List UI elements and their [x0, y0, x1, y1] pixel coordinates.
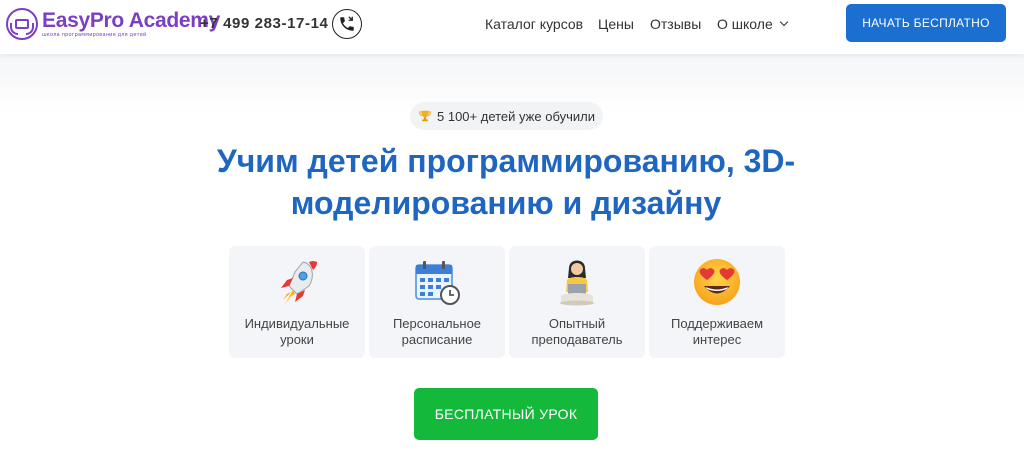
logo-badge-icon — [6, 8, 38, 40]
nav-catalog[interactable]: Каталог курсов — [485, 16, 583, 32]
logo-tagline: школа программирования для детей — [42, 32, 147, 38]
free-lesson-button[interactable]: БЕСПЛАТНЫЙ УРОК — [414, 388, 598, 440]
students-badge: 5 100+ детей уже обучили — [410, 102, 603, 130]
phone-number[interactable]: +7 499 283-17-14 — [200, 15, 328, 32]
feature-card-experienced-teacher: Опытный преподаватель — [509, 246, 645, 358]
teacher-icon — [555, 256, 599, 308]
feature-label: Опытный преподаватель — [531, 316, 623, 347]
hero-title-line-1: Учим детей программированию, 3D- — [216, 143, 796, 179]
phone-call-button[interactable] — [332, 9, 362, 39]
feature-cards: Индивидуальные уроки Персональное распис… — [229, 246, 785, 358]
chevron-down-icon — [779, 17, 788, 27]
nav-about-dropdown[interactable]: О школе — [717, 16, 788, 32]
nav-prices[interactable]: Цены — [598, 16, 634, 32]
nav-reviews[interactable]: Отзывы — [650, 16, 701, 32]
nav-about-label: О школе — [717, 16, 773, 32]
logo-name: EasyPro Academy — [42, 9, 220, 32]
feature-label: Индивидуальные уроки — [244, 316, 350, 347]
logo[interactable]: EasyPro Academy школа программирования д… — [6, 6, 220, 42]
feature-card-keep-interest: Поддерживаем интерес — [649, 246, 785, 358]
feature-card-personal-schedule: Персональное расписание — [369, 246, 505, 358]
trophy-icon — [418, 109, 432, 123]
feature-label: Персональное расписание — [392, 316, 482, 347]
hero-title: Учим детей программированию, 3D- моделир… — [150, 140, 862, 224]
rocket-icon — [273, 256, 321, 308]
hero-section: 5 100+ детей уже обучили Учим детей прог… — [0, 54, 1024, 465]
feature-card-individual-lessons: Индивидуальные уроки — [229, 246, 365, 358]
hero-title-line-2: моделированию и дизайну — [290, 185, 722, 221]
start-free-button[interactable]: НАЧАТЬ БЕСПЛАТНО — [846, 4, 1006, 42]
calendar-clock-icon — [412, 256, 462, 308]
students-badge-text: 5 100+ детей уже обучили — [437, 108, 595, 124]
phone-call-icon — [340, 16, 354, 31]
site-header: EasyPro Academy школа программирования д… — [0, 0, 1024, 54]
feature-label: Поддерживаем интерес — [670, 316, 764, 347]
heart-eyes-emoji-icon — [692, 256, 742, 308]
